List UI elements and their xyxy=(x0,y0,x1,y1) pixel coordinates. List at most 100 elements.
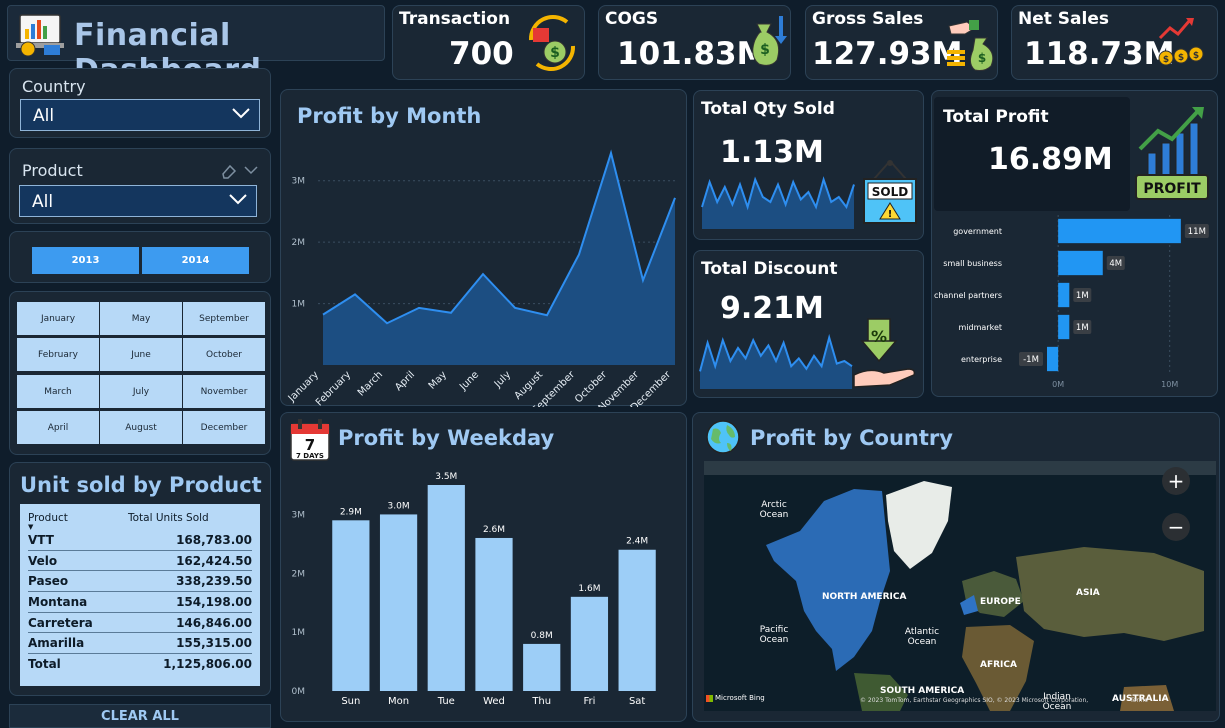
map-copyright: © 2023 TomTom, Earthstar Geographics SIO… xyxy=(860,697,1148,704)
column-header-units[interactable]: Total Units Sold xyxy=(128,512,252,524)
month-button-april[interactable]: April xyxy=(17,411,99,444)
y-tick-label: 1M xyxy=(292,628,306,638)
discount-hand-icon: % xyxy=(853,318,916,388)
kpi-card-net-sales: Net Sales 118.73M $ $ $ xyxy=(1011,5,1218,80)
bar xyxy=(475,537,513,691)
x-tick-label: Tue xyxy=(437,696,455,707)
table-row[interactable]: Paseo 338,239.50 xyxy=(28,571,252,593)
month-button-october[interactable]: October xyxy=(183,338,265,371)
category-label: channel partners xyxy=(934,291,1002,300)
globe-icon xyxy=(706,420,740,454)
month-button-september[interactable]: September xyxy=(183,302,265,335)
bar xyxy=(1058,314,1070,340)
month-button-february[interactable]: February xyxy=(17,338,99,371)
month-button-july[interactable]: July xyxy=(100,375,182,408)
svg-text:$: $ xyxy=(760,42,770,58)
dashboard-title-panel: Financial Dashboard xyxy=(7,5,385,88)
data-label: 4M xyxy=(1109,259,1122,269)
month-button-january[interactable]: January xyxy=(17,302,99,335)
svg-text:PROFIT: PROFIT xyxy=(1143,181,1201,197)
total-discount-title: Total Discount xyxy=(701,259,838,279)
total-profit-value: 16.89M xyxy=(988,142,1113,177)
bar xyxy=(427,485,465,691)
data-label: -1M xyxy=(1023,355,1039,365)
x-tick-label: Wed xyxy=(483,696,505,707)
country-dropdown[interactable]: All xyxy=(20,99,260,131)
month-button-december[interactable]: December xyxy=(183,411,265,444)
year-button-2014[interactable]: 2014 xyxy=(142,247,249,274)
svg-text:SOLD: SOLD xyxy=(872,185,908,199)
country-dropdown-value: All xyxy=(33,106,55,126)
map-zoom-out-button[interactable]: − xyxy=(1162,513,1190,541)
product-label: Product xyxy=(22,161,83,180)
year-button-2013[interactable]: 2013 xyxy=(32,247,139,274)
table-row[interactable]: Velo 162,424.50 xyxy=(28,551,252,572)
x-tick-label: Sat xyxy=(629,696,645,707)
profit-by-weekday-panel: 7 7 DAYS Profit by Weekday 0M 1M 2M 3M 2.9M S… xyxy=(280,412,687,722)
x-tick-label: Sun xyxy=(341,696,360,707)
data-label: 3.5M xyxy=(435,472,457,482)
y-tick-label: 1M xyxy=(292,300,306,310)
category-label: government xyxy=(953,227,1002,236)
sold-sign-icon: SOLD ! xyxy=(863,160,917,224)
map-terms-link[interactable]: Terms xyxy=(1130,697,1148,704)
bing-logo: Microsoft Bing xyxy=(706,694,765,702)
table-row[interactable]: Montana 154,198.00 xyxy=(28,592,252,613)
data-label: 11M xyxy=(1188,227,1206,237)
x-tick-label: April xyxy=(393,369,417,393)
month-button-june[interactable]: June xyxy=(100,338,182,371)
category-label: small business xyxy=(943,259,1002,268)
column-header-product[interactable]: Product ▼ xyxy=(28,512,128,531)
x-tick-label: Mon xyxy=(388,696,409,707)
table-row[interactable]: Carretera 146,846.00 xyxy=(28,613,252,634)
year-slicer: 2013 2014 xyxy=(9,231,271,283)
x-tick-label: May xyxy=(427,369,449,391)
map-zoom-in-button[interactable]: + xyxy=(1162,467,1190,495)
bar xyxy=(570,596,609,691)
unit-sold-panel: Unit sold by Product Product ▼ Total Unit… xyxy=(9,462,271,696)
profit-by-month-chart: 1M2M3MJanuaryFebruary March April May June Ju… xyxy=(286,149,676,407)
x-tick-label: June xyxy=(457,369,481,393)
svg-text:$: $ xyxy=(1193,51,1199,61)
chevron-down-icon[interactable] xyxy=(244,165,258,175)
map-label-atlantic-ocean: Atlantic Ocean xyxy=(904,627,940,647)
x-tick-label: Fri xyxy=(583,696,595,707)
data-label: 2.9M xyxy=(340,507,362,517)
table-row[interactable]: VTT 168,783.00 xyxy=(28,530,252,551)
data-label: 2.6M xyxy=(483,525,505,535)
month-button-november[interactable]: November xyxy=(183,375,265,408)
month-slicer: January May September February June Octo… xyxy=(9,291,271,455)
bar xyxy=(1058,218,1181,244)
sparkline-area xyxy=(700,337,852,389)
map-label-north-america: NORTH AMERICA xyxy=(822,592,907,602)
kpi-label: COGS xyxy=(605,9,659,29)
month-button-march[interactable]: March xyxy=(17,375,99,408)
table-total-row: Total 1,125,806.00 xyxy=(28,657,252,672)
svg-text:$: $ xyxy=(1163,55,1169,65)
eraser-icon[interactable] xyxy=(220,162,238,180)
data-label: 1M xyxy=(1076,291,1089,301)
table-row[interactable]: Amarilla 155,315.00 xyxy=(28,633,252,655)
profit-by-country-panel: Profit by Country Arctic Ocean NORTH AME… xyxy=(692,412,1220,722)
y-tick-label: 2M xyxy=(292,238,306,248)
month-button-may[interactable]: May xyxy=(100,302,182,335)
product-dropdown[interactable]: All xyxy=(19,185,257,217)
data-label: 0.8M xyxy=(531,631,553,641)
svg-text:!: ! xyxy=(888,209,893,220)
total-qty-title: Total Qty Sold xyxy=(701,99,835,119)
chevron-down-icon xyxy=(232,108,250,119)
y-tick-label: 3M xyxy=(292,510,306,520)
kpi-value: 118.73M xyxy=(1024,36,1175,72)
chevron-down-icon xyxy=(229,194,247,205)
world-map-graphic xyxy=(704,461,1216,711)
clear-all-button[interactable]: CLEAR ALL xyxy=(9,704,271,728)
world-map[interactable]: Arctic Ocean NORTH AMERICA EUROPE ASIA P… xyxy=(704,461,1216,711)
profit-by-country-title: Profit by Country xyxy=(750,426,953,450)
profit-growth-icon: PROFIT xyxy=(1135,107,1209,200)
kpi-card-gross-sales: Gross Sales 127.93M $ xyxy=(805,5,998,80)
data-label: 3.0M xyxy=(388,501,410,511)
country-label: Country xyxy=(22,77,86,96)
month-button-august[interactable]: August xyxy=(100,411,182,444)
total-discount-value: 9.21M xyxy=(720,291,824,326)
total-profit-panel: Total Profit 16.89M PROFIT 0M 10M governme… xyxy=(931,90,1218,397)
